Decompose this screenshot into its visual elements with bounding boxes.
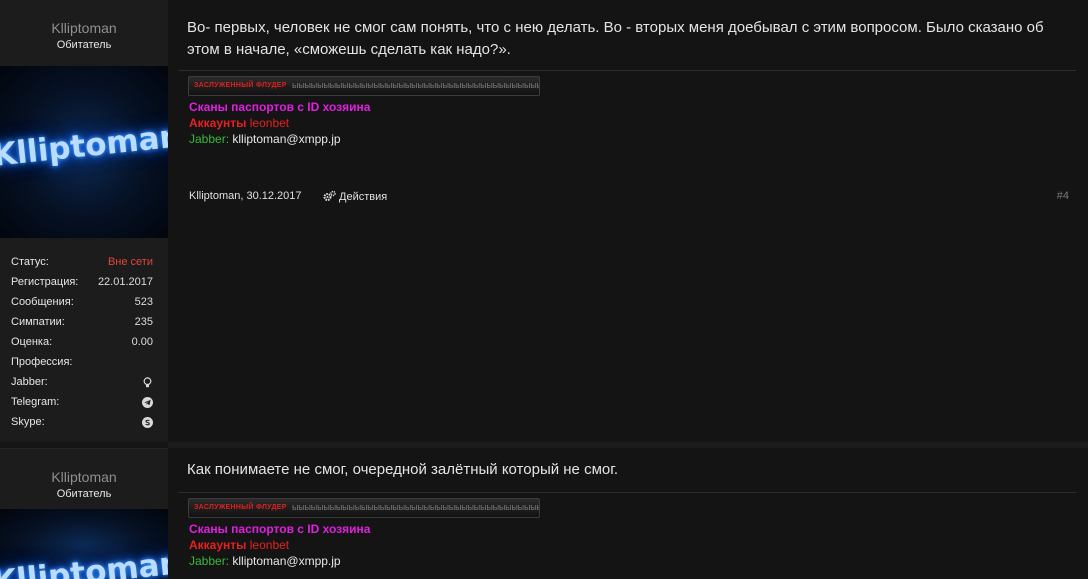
gears-icon [323,190,336,201]
actions-label: Действия [339,191,388,203]
signature-accounts-label[interactable]: Аккаунты [189,538,246,552]
stat-label: Регистрация: [11,276,79,288]
signature-link-passports[interactable]: Сканы паспортов с ID хозяина [189,99,370,115]
signature-jabber-label: Jabber: [189,554,230,568]
stat-label: Jabber: [11,376,48,388]
avatar[interactable]: Klliptoman [0,66,168,238]
message-text: Во- первых, человек не смог сам понять, … [187,19,1044,58]
post: Klliptoman Обитатель Klliptoman Как пони… [0,448,1088,579]
signature-accounts-label[interactable]: Аккаунты [189,116,246,130]
signature-jabber-address: klliptoman@xmpp.jp [232,132,341,146]
signature: Сканы паспортов с ID хозяина Аккаунты le… [189,521,370,569]
stat-label: Skype: [11,416,45,428]
status-badge: Вне сети [107,256,153,268]
stat-value: 523 [134,296,153,308]
signature-accounts-link[interactable]: leonbet [250,538,289,552]
signature-link-passports[interactable]: Сканы паспортов с ID хозяина [189,521,370,537]
stat-profession: Профессия: [11,356,153,376]
stat-telegram: Telegram: [11,396,153,416]
signature-divider [178,492,1076,493]
username-link[interactable]: Klliptoman [0,20,168,36]
stat-messages: Сообщения: 523 [11,296,153,316]
post-number-link[interactable]: #4 [1057,190,1069,202]
user-sidebar: Klliptoman Обитатель Klliptoman Статус: … [0,0,168,442]
post: Klliptoman Обитатель Klliptoman Статус: … [0,0,1088,448]
stat-label: Профессия: [11,356,73,368]
post-meta: Klliptoman, 30.12.2017 Действия #4 [189,188,1088,204]
post-content: Во- первых, человек не смог сам понять, … [168,0,1088,448]
avatar[interactable]: Klliptoman [0,509,168,579]
signature-accounts-link[interactable]: leonbet [250,116,289,130]
signature-jabber: Jabber: klliptoman@xmpp.jp [189,553,370,569]
stat-value: 0.00 [131,336,153,348]
stat-skype: Skype: [11,416,153,436]
stat-label: Сообщения: [11,296,74,308]
user-title: Обитатель [56,39,112,51]
message-text: Как понимаете не смог, очередной залётны… [187,461,619,478]
signature: Сканы паспортов с ID хозяина Аккаунты le… [189,99,370,147]
banner-tag: ЗАСЛУЖЕННЫЙ ФЛУДЕР [194,504,287,511]
stat-jabber: Jabber: [11,376,153,396]
signature-banner: ЗАСЛУЖЕННЫЙ ФЛУДЕР ыыыыыыыыыыыыыыыыыыыыы… [188,76,540,96]
username-link[interactable]: Klliptoman [0,469,168,485]
signature-jabber-address: klliptoman@xmpp.jp [232,554,341,568]
skype-icon[interactable] [142,417,153,428]
user-sidebar: Klliptoman Обитатель Klliptoman [0,448,168,579]
stat-label: Оценка: [11,336,53,348]
signature-banner: ЗАСЛУЖЕННЫЙ ФЛУДЕР ыыыыыыыыыыыыыыыыыыыыы… [188,498,540,518]
post-author-date[interactable]: Klliptoman, 30.12.2017 [189,190,302,202]
lightbulb-icon[interactable] [142,377,153,388]
signature-divider [178,70,1076,71]
stat-likes: Симпатии: 235 [11,316,153,336]
stat-label: Статус: [11,256,49,268]
stat-label: Симпатии: [11,316,65,328]
signature-accounts: Аккаунты leonbet [189,537,370,553]
stat-rating: Оценка: 0.00 [11,336,153,356]
avatar-text: Klliptoman [0,118,168,174]
banner-fill: ыыыыыыыыыыыыыыыыыыыыыыыыыыыыыыыыыыыыыыыы… [292,502,539,512]
stat-status: Статус: Вне сети [11,256,153,276]
signature-jabber-label: Jabber: [189,132,230,146]
stat-value: 22.01.2017 [97,276,153,288]
telegram-icon[interactable] [142,397,153,408]
stat-label: Telegram: [11,396,60,408]
banner-fill: ыыыыыыыыыыыыыыыыыыыыыыыыыыыыыыыыыыыыыыыы… [292,80,539,90]
avatar-text: Klliptoman [0,545,168,579]
signature-accounts: Аккаунты leonbet [189,115,370,131]
stat-registration: Регистрация: 22.01.2017 [11,276,153,296]
signature-jabber: Jabber: klliptoman@xmpp.jp [189,131,370,147]
thread: Klliptoman Обитатель Klliptoman Статус: … [0,0,1088,579]
user-title: Обитатель [56,488,112,500]
user-stats: Статус: Вне сети Регистрация: 22.01.2017… [11,256,153,436]
post-content: Как понимаете не смог, очередной залётны… [168,448,1088,578]
stat-value: 235 [134,316,153,328]
actions-button[interactable]: Действия [323,190,387,203]
banner-tag: ЗАСЛУЖЕННЫЙ ФЛУДЕР [194,82,287,89]
